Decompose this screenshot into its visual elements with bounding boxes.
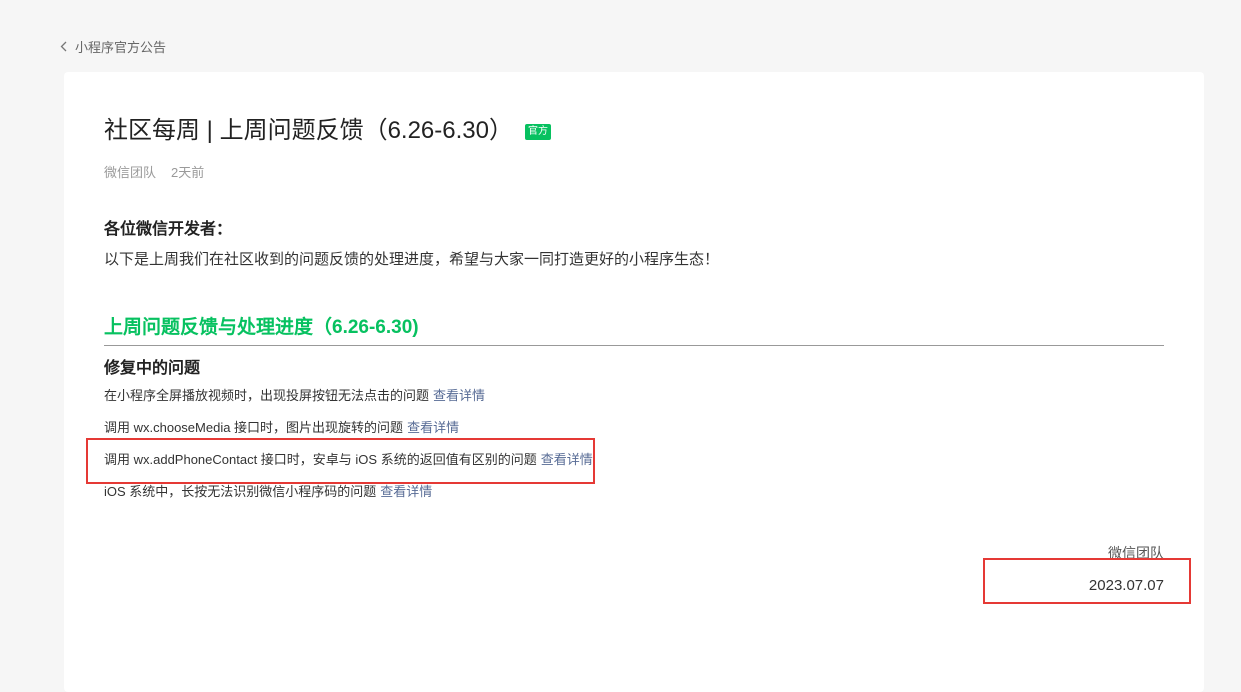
issue-highlight-box <box>86 438 595 484</box>
list-item: 在小程序全屏播放视频时，出现投屏按钮无法点击的问题 查看详情 <box>104 386 593 418</box>
section-heading: 上周问题反馈与处理进度（6.26-6.30) <box>104 317 419 338</box>
post-time: 2天前 <box>171 165 205 180</box>
greeting: 各位微信开发者： <box>104 221 233 238</box>
official-badge: 官方 <box>524 124 551 140</box>
list-item: iOS 系统中，长按无法识别微信小程序码的问题 查看详情 <box>104 482 593 514</box>
view-details-link[interactable]: 查看详情 <box>407 420 459 435</box>
sub-heading: 修复中的问题 <box>104 360 201 377</box>
date-highlight-box <box>983 558 1191 604</box>
issue-text: 在小程序全屏播放视频时，出现投屏按钮无法点击的问题 <box>104 388 430 403</box>
back-link-label: 小程序官方公告 <box>75 40 167 55</box>
issue-text: 调用 wx.chooseMedia 接口时，图片出现旋转的问题 <box>104 420 404 435</box>
section-divider <box>104 345 1164 346</box>
chevron-left-icon <box>60 41 67 52</box>
back-link[interactable]: 小程序官方公告 <box>60 37 166 56</box>
author-name[interactable]: 微信团队 <box>104 162 156 181</box>
article-title: 社区每周 | 上周问题反馈（6.26-6.30） <box>104 117 513 144</box>
article-meta: 微信团队 2天前 <box>104 162 204 181</box>
title-row: 社区每周 | 上周问题反馈（6.26-6.30） 官方 <box>104 116 551 146</box>
issue-text: iOS 系统中，长按无法识别微信小程序码的问题 <box>104 484 377 499</box>
view-details-link[interactable]: 查看详情 <box>433 388 485 403</box>
intro-text: 以下是上周我们在社区收到的问题反馈的处理进度，希望与大家一同打造更好的小程序生态… <box>104 251 720 268</box>
view-details-link[interactable]: 查看详情 <box>380 484 432 499</box>
